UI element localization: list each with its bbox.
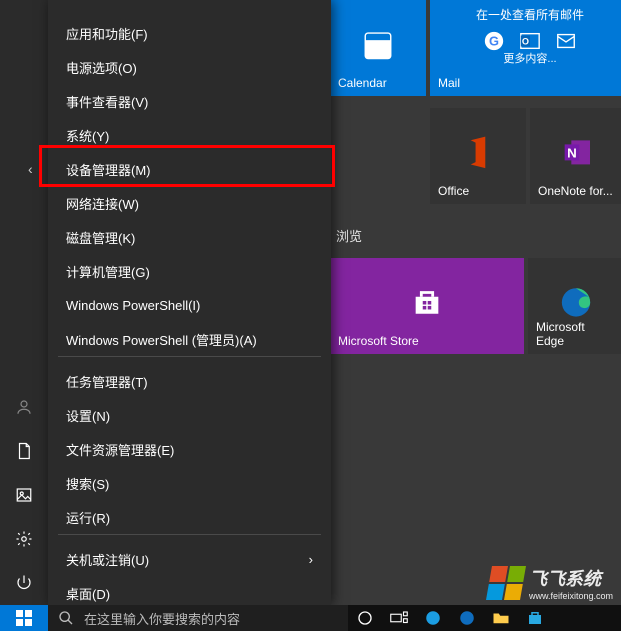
tile-msedge[interactable]: Microsoft Edge (528, 258, 621, 354)
winx-menu: 应用和功能(F) 电源选项(O) 事件查看器(V) 系统(Y) ‹ 设备管理器(… (48, 0, 331, 605)
tile-onenote[interactable]: N OneNote for... (530, 108, 621, 204)
office-icon (460, 134, 496, 170)
winx-run[interactable]: 运行(R) (48, 500, 331, 534)
settings-icon[interactable] (0, 517, 48, 561)
tile-onenote-label: OneNote for... (538, 184, 618, 198)
winx-apps-features[interactable]: 应用和功能(F) (48, 16, 331, 50)
winx-explorer[interactable]: 文件资源管理器(E) (48, 432, 331, 466)
tile-calendar-label: Calendar (338, 76, 418, 90)
search-placeholder: 在这里输入你要搜索的内容 (84, 609, 240, 628)
watermark-brand: 飞飞系统 (529, 565, 613, 591)
winx-computer-mgmt[interactable]: 计算机管理(G) (48, 254, 331, 288)
start-tiles: 在一处查看所有邮件 G O 更多内容... Mail Calendar Offi… (330, 0, 621, 605)
tile-msedge-label: Microsoft Edge (536, 320, 616, 348)
indicator-arrow-icon: ‹ (28, 161, 33, 177)
winx-system[interactable]: 系统(Y) (48, 118, 331, 152)
watermark: 飞飞系统 www.feifeixitong.com (489, 565, 613, 601)
winx-device-manager[interactable]: ‹ 设备管理器(M) (48, 152, 331, 186)
watermark-url: www.feifeixitong.com (529, 591, 613, 601)
taskview-icon[interactable] (382, 605, 416, 631)
tile-calendar[interactable]: Calendar (330, 0, 426, 96)
tile-msstore-label: Microsoft Store (338, 334, 516, 348)
taskbar-edge-icon[interactable] (416, 605, 450, 631)
winx-settings[interactable]: 设置(N) (48, 398, 331, 432)
svg-text:O: O (522, 37, 529, 47)
pictures-icon[interactable] (0, 473, 48, 517)
winx-powershell-admin[interactable]: Windows PowerShell (管理员)(A) (48, 322, 331, 356)
edge-icon (558, 284, 594, 320)
winx-search[interactable]: 搜索(S) (48, 466, 331, 500)
calendar-icon (360, 26, 396, 62)
taskbar-explorer-icon[interactable] (484, 605, 518, 631)
tile-msstore[interactable]: Microsoft Store (330, 258, 524, 354)
taskbar: 在这里输入你要搜索的内容 (0, 605, 621, 631)
cortana-icon[interactable] (348, 605, 382, 631)
svg-text:N: N (567, 146, 577, 161)
start-button[interactable] (0, 605, 48, 631)
winx-event-viewer[interactable]: 事件查看器(V) (48, 84, 331, 118)
chevron-right-icon: › (309, 552, 313, 567)
winx-shutdown[interactable]: 关机或注销(U)› (48, 542, 331, 576)
winx-powershell[interactable]: Windows PowerShell(I) (48, 288, 331, 322)
tile-office-label: Office (438, 184, 518, 198)
user-icon[interactable] (0, 385, 48, 429)
tile-office[interactable]: Office (430, 108, 526, 204)
start-layer: 在一处查看所有邮件 G O 更多内容... Mail Calendar Offi… (0, 0, 621, 605)
store-icon (409, 284, 445, 320)
onenote-icon: N (560, 134, 596, 170)
mail-banner: 在一处查看所有邮件 (430, 6, 621, 23)
tile-mail-label: Mail (438, 76, 460, 90)
taskbar-search[interactable]: 在这里输入你要搜索的内容 (48, 605, 348, 631)
winx-power-options[interactable]: 电源选项(O) (48, 50, 331, 84)
winx-disk-mgmt[interactable]: 磁盘管理(K) (48, 220, 331, 254)
section-browse[interactable]: 浏览 (336, 226, 362, 245)
start-sidebar (0, 0, 48, 605)
watermark-logo-icon (486, 566, 526, 600)
winx-task-manager[interactable]: 任务管理器(T) (48, 364, 331, 398)
winx-network[interactable]: 网络连接(W) (48, 186, 331, 220)
mail-more: 更多内容... (430, 50, 621, 66)
power-icon[interactable] (0, 561, 48, 605)
documents-icon[interactable] (0, 429, 48, 473)
search-icon (58, 610, 74, 626)
tile-mail-wide[interactable]: 在一处查看所有邮件 G O 更多内容... Mail (430, 0, 621, 96)
svg-text:G: G (489, 34, 499, 49)
taskbar-store-icon[interactable] (518, 605, 552, 631)
taskbar-edge2-icon[interactable] (450, 605, 484, 631)
